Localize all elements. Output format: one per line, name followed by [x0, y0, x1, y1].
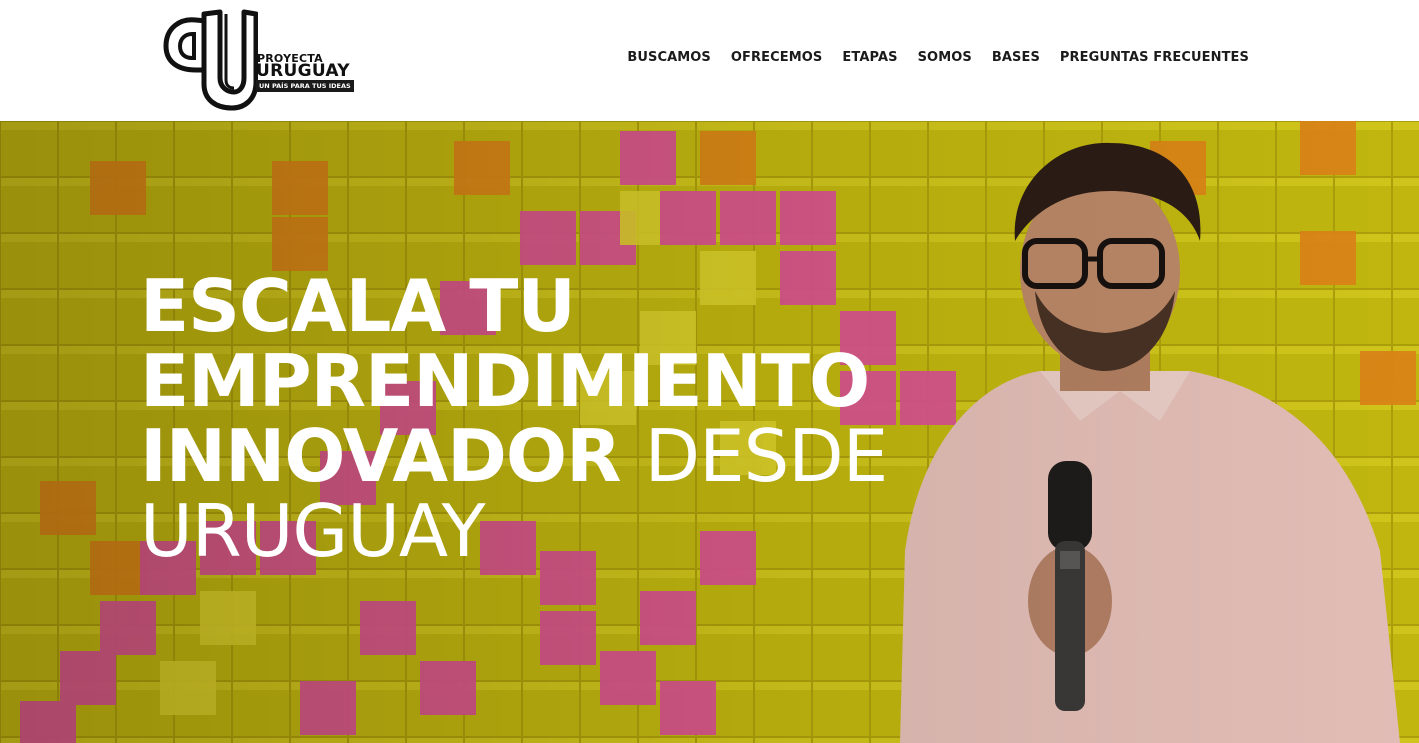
main-nav: BUSCAMOS OFRECEMOS ETAPAS SOMOS BASES PR…	[627, 50, 1249, 65]
nav-item-etapas[interactable]: ETAPAS	[842, 50, 897, 65]
site-header: PROYECTA URUGUAY UN PAÍS PARA TUS IDEAS …	[0, 0, 1419, 121]
hero-line-3: INNOVADOR DESDE	[140, 419, 900, 494]
nav-item-bases[interactable]: BASES	[992, 50, 1040, 65]
brand-logo[interactable]: PROYECTA URUGUAY UN PAÍS PARA TUS IDEAS	[158, 8, 358, 112]
hero-line-4: URUGUAY	[140, 489, 486, 573]
hero-line-3-light: DESDE	[644, 414, 889, 498]
hero-line-3-bold: INNOVADOR	[140, 414, 622, 498]
hero-line-1: ESCALA TU	[140, 264, 576, 348]
brand-line-2: URUGUAY	[256, 61, 350, 81]
hero-section: ESCALA TU EMPRENDIMIENTO INNOVADOR DESDE…	[0, 121, 1419, 743]
nav-item-somos[interactable]: SOMOS	[918, 50, 972, 65]
logo-mark-icon	[163, 9, 258, 111]
hero-headline: ESCALA TU EMPRENDIMIENTO INNOVADOR DESDE…	[140, 269, 900, 569]
nav-item-ofrecemos[interactable]: OFRECEMOS	[731, 50, 823, 65]
hero-line-2: EMPRENDIMIENTO	[140, 339, 870, 423]
brand-tagline: UN PAÍS PARA TUS IDEAS	[256, 80, 354, 92]
nav-item-buscamos[interactable]: BUSCAMOS	[627, 50, 711, 65]
nav-item-preguntas-frecuentes[interactable]: PREGUNTAS FRECUENTES	[1060, 50, 1249, 65]
